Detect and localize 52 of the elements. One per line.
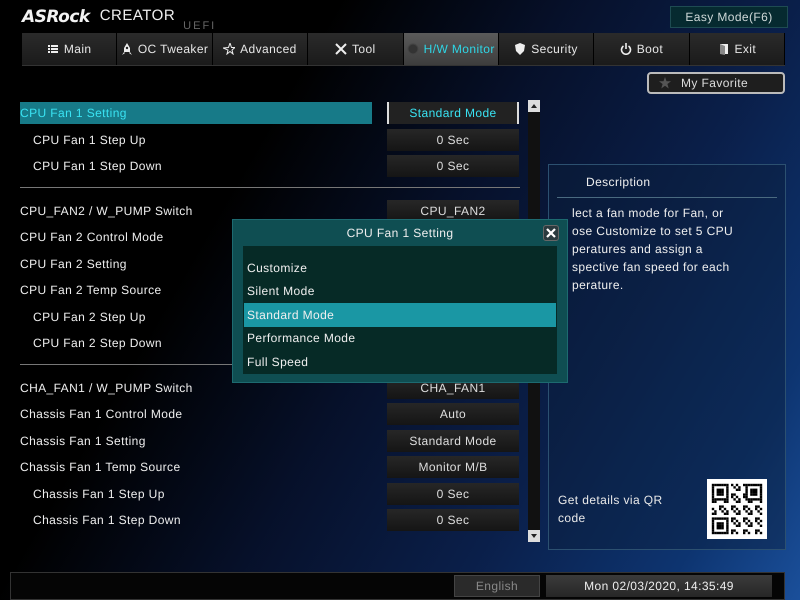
setting-value[interactable]: 0 Sec bbox=[387, 128, 519, 151]
shield-icon bbox=[514, 43, 526, 55]
setting-value[interactable]: Monitor M/B bbox=[387, 456, 519, 478]
description-text: lect a fan mode for Fan, or ose Customize to set 5 CPU peratures and assign a spective fan speed for each perature. bbox=[572, 205, 734, 294]
menu-tab[interactable]: Advanced bbox=[212, 33, 308, 65]
dialog-option[interactable]: Full Speed bbox=[244, 350, 556, 374]
close-icon bbox=[546, 228, 556, 238]
language-button[interactable]: English bbox=[454, 575, 540, 597]
setting-value[interactable]: CPU_FAN2 bbox=[387, 200, 519, 222]
menu-tab[interactable]: H/W Monitor bbox=[404, 33, 499, 65]
scroll-down-icon bbox=[528, 530, 540, 542]
power-icon bbox=[620, 43, 632, 55]
date-time: Mon 02/03/2020, 14:35:49 bbox=[546, 575, 772, 597]
setting-label[interactable]: Chassis Fan 1 Step Down bbox=[20, 509, 372, 532]
easy-mode-button[interactable]: Easy Mode(F6) bbox=[670, 6, 788, 28]
setting-value[interactable]: Auto bbox=[387, 403, 519, 426]
setting-value[interactable]: 0 Sec bbox=[387, 482, 519, 505]
product-name: CREATOR bbox=[100, 7, 176, 24]
menu-tab[interactable]: Boot bbox=[594, 33, 690, 65]
description-title: Description bbox=[557, 165, 777, 198]
menu-tab[interactable]: Main bbox=[22, 33, 118, 65]
menu-tab[interactable]: Security bbox=[498, 33, 594, 65]
dialog-option[interactable]: Silent Mode bbox=[244, 280, 556, 303]
brand-logo: ASRock bbox=[22, 7, 90, 27]
close-button[interactable] bbox=[543, 225, 559, 241]
setting-label[interactable]: Chassis Fan 1 Control Mode bbox=[20, 403, 372, 426]
setting-label[interactable]: Chassis Fan 1 Temp Source bbox=[20, 456, 372, 478]
star-icon bbox=[659, 77, 671, 89]
menu-tab[interactable]: Tool bbox=[308, 33, 404, 65]
setting-label[interactable]: CHA_FAN1 / W_PUMP Switch bbox=[20, 376, 372, 399]
setting-label[interactable]: Chassis Fan 1 Setting bbox=[20, 430, 372, 452]
setting-value[interactable]: Standard Mode bbox=[387, 430, 519, 452]
dialog-option[interactable]: Customize bbox=[244, 256, 556, 280]
edition-label: UEFI bbox=[183, 20, 216, 32]
setting-label[interactable]: CPU Fan 1 Step Down bbox=[20, 155, 372, 178]
door-icon bbox=[718, 43, 730, 55]
scroll-up-icon bbox=[528, 100, 540, 112]
setting-label[interactable]: CPU_FAN2 / W_PUMP Switch bbox=[20, 200, 372, 222]
rocket-icon bbox=[120, 43, 133, 55]
setting-value[interactable]: 0 Sec bbox=[387, 509, 519, 532]
qr-caption: Get details via QR code bbox=[558, 492, 664, 527]
setting-value[interactable]: 0 Sec bbox=[387, 155, 519, 178]
setting-label[interactable]: Chassis Fan 1 Step Up bbox=[20, 482, 372, 505]
setting-value[interactable]: Standard Mode bbox=[387, 102, 519, 124]
dialog-option[interactable]: Performance Mode bbox=[244, 326, 556, 350]
menu-tab[interactable]: OC Tweaker bbox=[117, 33, 213, 65]
my-favorite-button[interactable]: My Favorite bbox=[647, 72, 785, 94]
list-icon bbox=[46, 43, 59, 55]
menu-tab[interactable]: Exit bbox=[690, 33, 785, 65]
star-icon bbox=[223, 43, 236, 55]
dialog-title: CPU Fan 1 Setting bbox=[346, 225, 454, 242]
setting-label[interactable]: CPU Fan 1 Step Up bbox=[20, 128, 372, 151]
